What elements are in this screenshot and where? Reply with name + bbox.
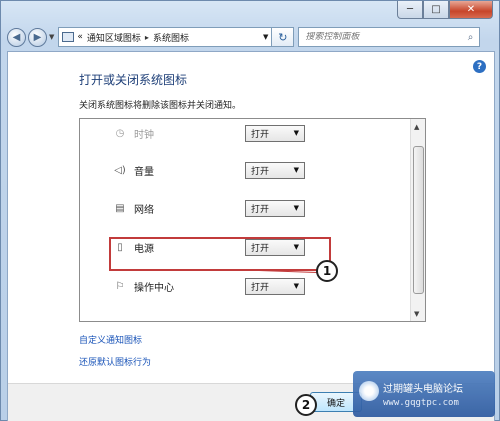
power-row-highlight xyxy=(109,237,331,271)
clock-behavior-select[interactable]: 打开 ▼ xyxy=(245,124,305,142)
page-title: 打开或关闭系统图标 xyxy=(79,73,188,87)
scroll-up-icon[interactable]: ▲ xyxy=(414,123,419,131)
chevron-down-icon: ▼ xyxy=(293,204,299,212)
watermark-logo-icon xyxy=(359,381,379,401)
control-panel-window: ─ □ ✕ ◀ ▶ ▼ « 通知区域图标 ▸ 系统图标 ▼ ↻ ⌕ ? 打开或关… xyxy=(0,0,500,421)
help-icon[interactable]: ? xyxy=(473,60,486,73)
list-scrollbar[interactable]: ▲ ▼ xyxy=(410,119,425,321)
site-watermark: 过期罐头电脑论坛 www.gqgtpc.com xyxy=(353,371,495,417)
scroll-down-icon[interactable]: ▼ xyxy=(414,310,419,318)
scrollbar-thumb[interactable] xyxy=(413,146,424,294)
volume-behavior-select[interactable]: 打开 ▼ xyxy=(245,161,305,179)
speaker-icon: ◁) xyxy=(114,164,126,176)
network-icon: ▤ xyxy=(115,202,125,214)
forward-button[interactable]: ▶ xyxy=(28,27,47,47)
list-item-clock: ◷ 时钟 打开 ▼ xyxy=(80,123,410,143)
refresh-icon: ↻ xyxy=(278,30,288,44)
chevron-down-icon: ▼ xyxy=(293,282,299,290)
back-button[interactable]: ◀ xyxy=(7,27,26,47)
navigation-bar: ◀ ▶ ▼ « 通知区域图标 ▸ 系统图标 ▼ ↻ ⌕ xyxy=(7,25,495,49)
clock-icon: ◷ xyxy=(115,127,125,139)
back-arrow-icon: ◀ xyxy=(12,31,21,43)
system-icons-list[interactable]: ◷ 时钟 打开 ▼ ◁) 音量 打开 ▼ ▤ 网络 打开 ▼ ▯ 电源 打开 ▼ ⚐ 操 xyxy=(79,118,426,322)
maximize-button[interactable]: □ xyxy=(423,1,449,19)
search-icon[interactable]: ⌕ xyxy=(468,32,474,43)
address-dropdown-icon[interactable]: ▼ xyxy=(263,33,268,41)
flag-icon: ⚐ xyxy=(115,280,125,292)
breadcrumb-separator[interactable]: ▸ xyxy=(145,33,149,42)
action-center-behavior-select[interactable]: 打开 ▼ xyxy=(245,277,305,295)
search-input[interactable] xyxy=(305,32,456,42)
list-item-label: 音量 xyxy=(134,166,154,178)
list-item-label: 网络 xyxy=(134,204,154,216)
select-value: 打开 xyxy=(251,204,270,215)
chevron-down-icon: ▼ xyxy=(293,129,299,137)
select-value: 打开 xyxy=(251,282,270,293)
breadcrumb-root[interactable]: « xyxy=(77,32,83,42)
list-item-label: 操作中心 xyxy=(134,282,174,294)
select-value: 打开 xyxy=(251,129,270,140)
network-behavior-select[interactable]: 打开 ▼ xyxy=(245,199,305,217)
customize-notification-icons-link[interactable]: 自定义通知图标 xyxy=(79,333,142,346)
close-button[interactable]: ✕ xyxy=(449,1,493,19)
chevron-down-icon: ▼ xyxy=(293,166,299,174)
callout-2: 2 xyxy=(295,394,317,416)
content-area: ? 打开或关闭系统图标 关闭系统图标将删除该图标并关闭通知。 ◷ 时钟 打开 ▼ … xyxy=(7,51,495,421)
control-panel-icon xyxy=(62,32,75,42)
watermark-name: 过期罐头电脑论坛 xyxy=(383,384,463,395)
list-item-network: ▤ 网络 打开 ▼ xyxy=(80,198,410,218)
address-bar[interactable]: « 通知区域图标 ▸ 系统图标 ▼ xyxy=(58,27,273,47)
callout-1: 1 xyxy=(316,260,338,282)
breadcrumb-system-icons[interactable]: 系统图标 xyxy=(153,31,189,44)
breadcrumb-notification-area-icons[interactable]: 通知区域图标 xyxy=(87,31,141,44)
list-item-label: 时钟 xyxy=(134,129,154,141)
recent-pages-dropdown-icon[interactable]: ▼ xyxy=(49,33,54,41)
list-item-volume: ◁) 音量 打开 ▼ xyxy=(80,160,410,180)
forward-arrow-icon: ▶ xyxy=(33,31,42,43)
watermark-url: www.gqgtpc.com xyxy=(383,398,459,408)
page-description: 关闭系统图标将删除该图标并关闭通知。 xyxy=(79,101,242,111)
restore-default-icon-behaviors-link[interactable]: 还原默认图标行为 xyxy=(79,355,151,368)
list-item-action-center: ⚐ 操作中心 打开 ▼ xyxy=(80,276,410,296)
minimize-button[interactable]: ─ xyxy=(397,1,423,19)
refresh-button[interactable]: ↻ xyxy=(272,27,295,47)
window-caption-buttons: ─ □ ✕ xyxy=(397,1,493,19)
select-value: 打开 xyxy=(251,166,270,177)
search-box[interactable]: ⌕ xyxy=(298,27,481,47)
